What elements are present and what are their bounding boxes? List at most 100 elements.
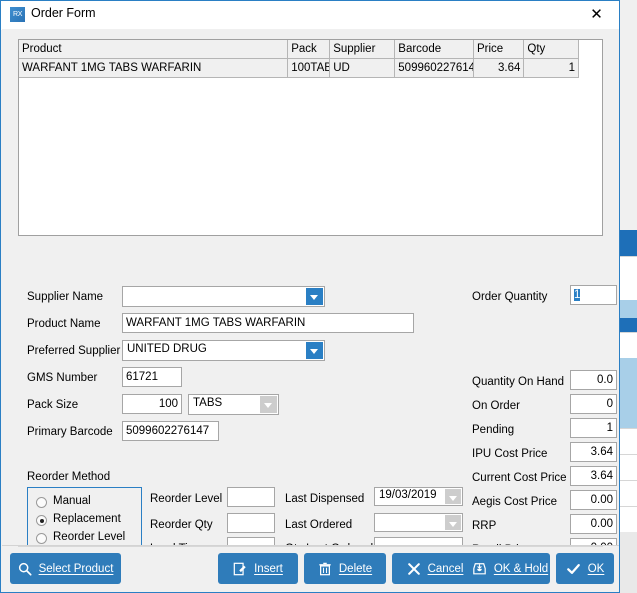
- ipu-cost-price-input[interactable]: 3.64: [570, 442, 617, 462]
- preferred-supplier-value: UNITED DRUG: [127, 343, 207, 355]
- label-reorder-level: Reorder Level: [150, 493, 222, 505]
- radio-dot-manual: [36, 497, 47, 508]
- last-ordered-datepicker[interactable]: [374, 513, 463, 532]
- label-ipu-cost-price: IPU Cost Price: [472, 448, 547, 460]
- label-primary-barcode: Primary Barcode: [27, 426, 113, 438]
- column-header-supplier[interactable]: Supplier: [330, 40, 395, 59]
- aegis-cost-price-input[interactable]: 0.00: [570, 490, 617, 510]
- label-rrp: RRP: [472, 520, 496, 532]
- reorder-qty-input[interactable]: [227, 513, 275, 533]
- background-band: [620, 230, 637, 256]
- pack-size-input[interactable]: 100: [122, 394, 182, 414]
- background-band: [620, 300, 637, 318]
- check-icon: [566, 562, 581, 576]
- label-product-name: Product Name: [27, 318, 101, 330]
- label-gms-number: GMS Number: [27, 372, 97, 384]
- table-header-row: Product Pack Supplier Barcode Price Qty: [19, 40, 579, 59]
- background-band: [620, 506, 637, 533]
- label-supplier-name: Supplier Name: [27, 291, 103, 303]
- last-dispensed-value: 19/03/2019: [379, 489, 437, 501]
- reorder-level-input[interactable]: [227, 487, 275, 507]
- delete-button[interactable]: Delete: [304, 553, 386, 584]
- chevron-down-icon[interactable]: [306, 342, 323, 359]
- label-quantity-on-hand: Quantity On Hand: [472, 376, 564, 388]
- cell-price: 3.64: [474, 59, 524, 78]
- primary-barcode-input[interactable]: 5099602276147: [122, 421, 219, 441]
- label-order-quantity: Order Quantity: [472, 291, 547, 303]
- pack-size-unit-combo[interactable]: TABS: [188, 394, 279, 415]
- trash-icon: [318, 562, 332, 576]
- chevron-down-icon[interactable]: [306, 288, 323, 305]
- column-header-price[interactable]: Price: [474, 40, 524, 59]
- order-quantity-input[interactable]: 1: [570, 285, 617, 305]
- dialog-body: Product Pack Supplier Barcode Price Qty …: [2, 29, 619, 592]
- column-header-qty[interactable]: Qty: [524, 40, 579, 59]
- label-preferred-supplier: Preferred Supplier: [27, 345, 120, 357]
- background-window-strip: [619, 0, 637, 593]
- background-band: [620, 428, 637, 455]
- last-dispensed-datepicker[interactable]: 19/03/2019: [374, 487, 463, 506]
- footer-bar: Select Product Insert Delete Cancel OK &: [2, 545, 619, 591]
- label-pending: Pending: [472, 424, 514, 436]
- label-pack-size: Pack Size: [27, 399, 78, 411]
- label-reorder-qty: Reorder Qty: [150, 519, 213, 531]
- chevron-down-icon[interactable]: [445, 515, 461, 530]
- title-bar: RX Order Form ✕: [1, 1, 619, 30]
- edit-note-icon: [233, 562, 247, 576]
- search-icon: [18, 562, 32, 576]
- chevron-down-icon[interactable]: [445, 489, 461, 504]
- on-order-input[interactable]: 0: [570, 394, 617, 414]
- column-header-product[interactable]: Product: [19, 40, 288, 59]
- inbox-download-icon: [472, 562, 487, 576]
- order-lines-grid[interactable]: Product Pack Supplier Barcode Price Qty …: [18, 39, 603, 236]
- preferred-supplier-combo[interactable]: UNITED DRUG: [122, 340, 325, 361]
- column-header-pack[interactable]: Pack: [288, 40, 330, 59]
- delete-label: Delete: [339, 563, 372, 575]
- background-band: [620, 332, 637, 359]
- cell-supplier: UD: [330, 59, 395, 78]
- cancel-button[interactable]: Cancel: [392, 553, 478, 584]
- pending-input[interactable]: 1: [570, 418, 617, 438]
- table-row[interactable]: WARFANT 1MG TABS WARFARIN 100TABS UD 509…: [19, 59, 579, 78]
- column-header-barcode[interactable]: Barcode: [395, 40, 474, 59]
- label-reorder-method: Reorder Method: [27, 471, 110, 483]
- gms-number-input[interactable]: 61721: [122, 367, 182, 387]
- supplier-name-combo[interactable]: [122, 286, 325, 307]
- background-band: [620, 532, 637, 593]
- ok-hold-button[interactable]: OK & Hold: [470, 553, 550, 584]
- rx-app-icon: RX: [10, 7, 25, 22]
- quantity-on-hand-input[interactable]: 0.0: [570, 370, 617, 390]
- order-lines-table: Product Pack Supplier Barcode Price Qty …: [19, 40, 579, 78]
- radio-label-manual: Manual: [53, 495, 91, 507]
- window-title: Order Form: [31, 6, 96, 20]
- label-current-cost-price: Current Cost Price: [472, 472, 567, 484]
- radio-dot-replacement: [36, 515, 47, 526]
- close-icon[interactable]: ✕: [574, 1, 619, 28]
- insert-button[interactable]: Insert: [218, 553, 298, 584]
- order-form-dialog: RX Order Form ✕ Product Pack Supplier Ba…: [0, 0, 620, 593]
- background-band: [620, 318, 637, 332]
- background-band: [620, 256, 637, 301]
- footer-divider: [18, 546, 603, 547]
- label-on-order: On Order: [472, 400, 520, 412]
- insert-label: Insert: [254, 563, 283, 575]
- background-band: [620, 480, 637, 507]
- background-band: [620, 358, 637, 428]
- rrp-input[interactable]: 0.00: [570, 514, 617, 534]
- ok-label: OK: [588, 563, 605, 575]
- order-quantity-value: 1: [574, 289, 580, 301]
- current-cost-price-input[interactable]: 3.64: [570, 466, 617, 486]
- select-product-label: Select Product: [39, 563, 114, 575]
- ok-hold-label: OK & Hold: [494, 563, 548, 575]
- ok-button[interactable]: OK: [556, 553, 614, 584]
- x-icon: [407, 562, 421, 576]
- cell-barcode: 509960227614: [395, 59, 474, 78]
- select-product-button[interactable]: Select Product: [10, 553, 121, 584]
- cell-qty[interactable]: 1: [524, 59, 579, 78]
- radio-label-replacement: Replacement: [53, 513, 121, 525]
- product-name-input[interactable]: WARFANT 1MG TABS WARFARIN: [122, 313, 414, 333]
- radio-label-reorder-level: Reorder Level: [53, 531, 125, 543]
- pack-size-unit-value: TABS: [193, 397, 222, 409]
- background-band: [620, 454, 637, 481]
- chevron-down-icon: [260, 396, 277, 413]
